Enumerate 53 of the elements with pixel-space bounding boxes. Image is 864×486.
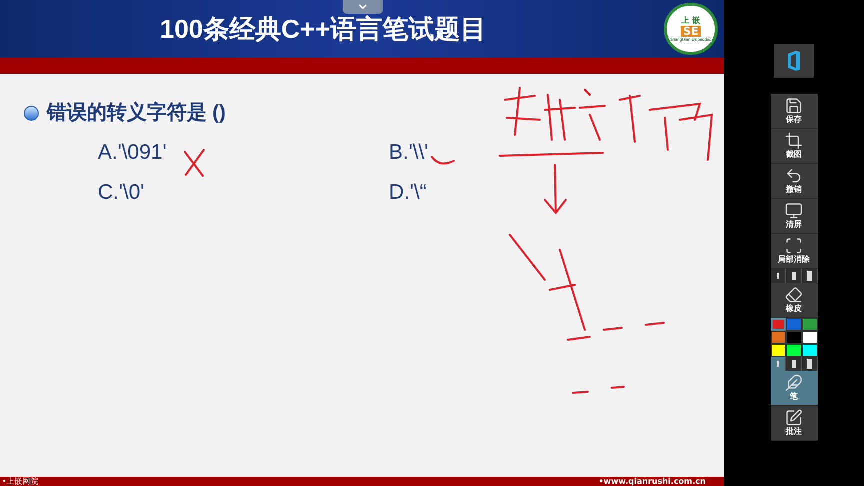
- undo-icon: [785, 167, 803, 185]
- question-text: 错误的转义字符是 (): [47, 100, 226, 126]
- toolbar-button[interactable]: 局部消除: [770, 234, 818, 269]
- toolbar-button[interactable]: 橡皮: [770, 283, 818, 318]
- answer-option: A.'\091': [98, 138, 167, 168]
- feather-icon: [785, 374, 803, 392]
- color-swatch[interactable]: [786, 331, 802, 344]
- monitor-icon: [785, 202, 803, 220]
- check-mark: [431, 156, 455, 165]
- toolbar-button[interactable]: 笔: [770, 371, 818, 406]
- color-swatch[interactable]: [786, 344, 802, 357]
- answer-option: D.'\“: [389, 178, 427, 208]
- size-icon: [806, 271, 812, 281]
- color-swatch[interactable]: [802, 318, 818, 331]
- size-option[interactable]: [786, 269, 802, 283]
- footer-left-text: •上嵌网院: [2, 478, 39, 486]
- toolbar-button[interactable]: 批注: [770, 406, 818, 441]
- color-swatch[interactable]: [770, 318, 786, 331]
- bullet-icon: [24, 106, 39, 120]
- crop-icon: [785, 132, 803, 150]
- size-icon: [792, 272, 796, 280]
- size-icon: [792, 360, 796, 368]
- color-swatch[interactable]: [770, 344, 786, 357]
- footer-url: •www.qianrushi.com.cn: [598, 478, 706, 486]
- eraser-icon: [785, 286, 803, 304]
- color-swatch[interactable]: [802, 344, 818, 357]
- color-swatch[interactable]: [802, 331, 818, 344]
- toolbar-button[interactable]: 撤销: [770, 164, 818, 199]
- size-icon: [806, 359, 812, 369]
- size-icon: [776, 361, 779, 367]
- arrow-drawing: [544, 164, 567, 215]
- logo-mark: SE: [681, 26, 701, 36]
- door-icon: [786, 50, 802, 72]
- toolbar-button[interactable]: 保存: [770, 94, 818, 129]
- size-option[interactable]: [786, 357, 802, 371]
- size-option[interactable]: [802, 357, 818, 371]
- size-option[interactable]: [802, 269, 818, 283]
- slide-title: 100条经典C++语言笔试题目: [160, 12, 487, 46]
- corners-icon: [785, 237, 803, 255]
- pencil-square-icon: [785, 409, 803, 427]
- color-swatch[interactable]: [770, 331, 786, 344]
- save-icon: [785, 97, 803, 115]
- color-swatch[interactable]: [786, 318, 802, 331]
- toolbar-button[interactable]: 清屏: [770, 199, 818, 234]
- logo-top-text: 上 嵌: [682, 16, 700, 24]
- app-button[interactable]: [774, 44, 814, 78]
- size-option[interactable]: [770, 269, 786, 283]
- answer-option: C.'\0': [98, 178, 145, 208]
- answer-option: B.'\\': [389, 138, 429, 168]
- toolbar-button[interactable]: 截图: [770, 129, 818, 164]
- cross-mark: [184, 149, 205, 177]
- size-icon: [776, 273, 779, 279]
- size-option[interactable]: [770, 357, 786, 371]
